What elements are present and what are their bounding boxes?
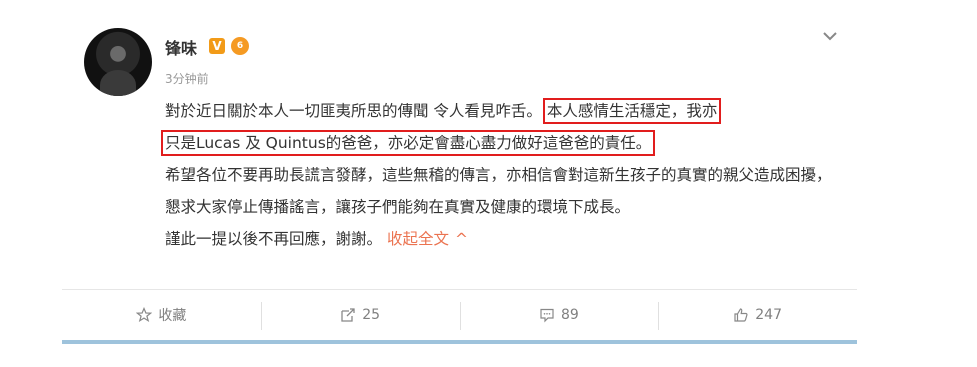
verified-badge-icon[interactable]: V xyxy=(209,38,225,54)
author-avatar[interactable] xyxy=(84,28,152,96)
post-content: 對於近日關於本人一切匪夷所思的傳聞 令人看見咋舌。 本人感情生活穩定，我亦 只是… xyxy=(160,95,845,255)
repost-count: 25 xyxy=(362,307,381,323)
medal-badge-icon[interactable]: 6 xyxy=(231,37,249,55)
post-timestamp[interactable]: 3分钟前 xyxy=(165,70,209,87)
repost-button[interactable]: 25 xyxy=(260,290,460,340)
weibo-post-card: 锋味 V 6 3分钟前 對於近日關於本人一切匪夷所思的傳聞 令人看見咋舌。 本人… xyxy=(62,0,857,345)
paragraph-2: 希望各位不要再助長謊言發酵，這些無稽的傳言，亦相信會對這新生孩子的真實的親父造成… xyxy=(165,166,832,216)
bottom-accent-bar xyxy=(62,340,857,344)
share-icon xyxy=(341,308,355,322)
like-count: 247 xyxy=(755,307,782,323)
thumbs-up-icon xyxy=(734,308,748,322)
highlight-box-1: 本人感情生活穩定，我亦 xyxy=(542,98,722,124)
comment-button[interactable]: 89 xyxy=(459,290,659,340)
highlight-box-2: 只是Lucas 及 Quintus的爸爸，亦必定會盡心盡力做好這爸爸的責任。 xyxy=(160,130,656,156)
collapse-full-text-link[interactable]: 收起全文 xyxy=(387,230,449,248)
comment-icon xyxy=(540,308,554,323)
comment-count: 89 xyxy=(560,307,579,323)
star-icon xyxy=(136,307,153,323)
chevron-down-icon[interactable] xyxy=(820,26,840,46)
author-name[interactable]: 锋味 xyxy=(165,35,197,59)
chevron-up-icon[interactable]: ^ xyxy=(455,230,468,248)
favorite-button[interactable]: 收藏 xyxy=(62,290,261,340)
like-button[interactable]: 247 xyxy=(658,290,857,340)
post-actions: 收藏 25 89 247 xyxy=(62,290,857,340)
favorite-label: 收藏 xyxy=(158,308,187,324)
paragraph-1: 對於近日關於本人一切匪夷所思的傳聞 令人看見咋舌。 本人感情生活穩定，我亦 只是… xyxy=(160,98,722,156)
paragraph-3: 謹此一提以後不再回應，謝謝。 收起全文 ^ xyxy=(165,230,468,248)
